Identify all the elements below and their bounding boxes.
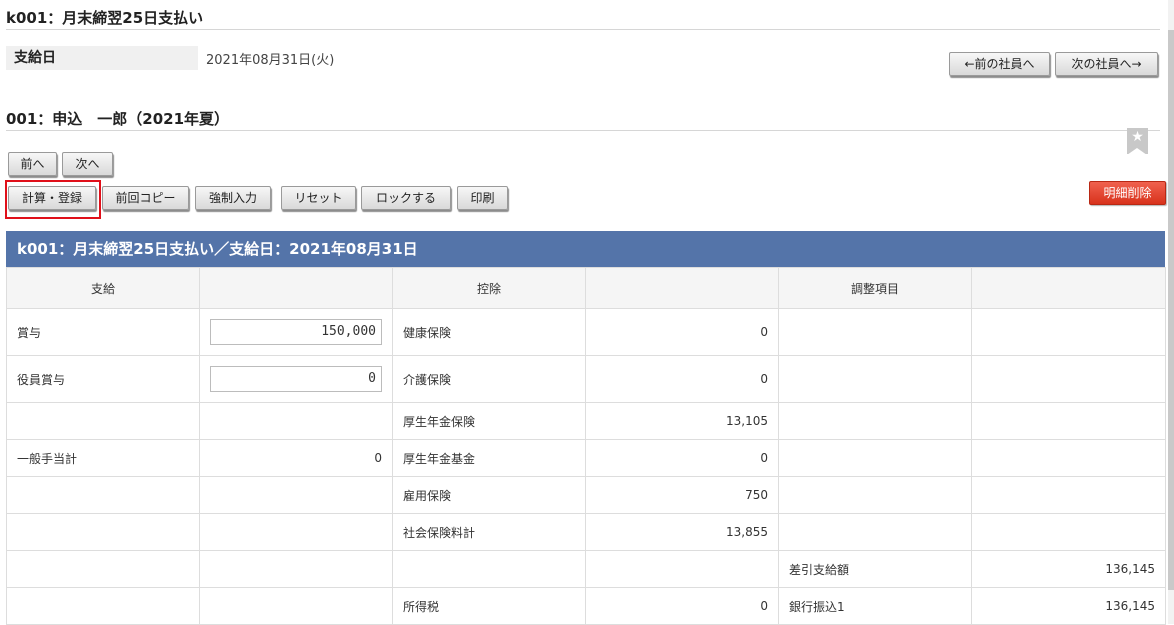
adjustment-label: 差引支給額 [778, 550, 972, 588]
deduction-label: 介護保険 [392, 355, 586, 403]
pay-value-cell: 150,000 [199, 308, 393, 356]
table-row: 賞与 150,000 健康保険 0 [6, 308, 1166, 356]
deduction-value [585, 550, 779, 588]
star-icon: ★ [1131, 129, 1144, 145]
table-row: 一般手当計 0 厚生年金基金 0 [6, 439, 1166, 477]
next-employee-button[interactable]: 次の社員へ→ [1055, 52, 1158, 76]
payroll-table: 支給 控除 調整項目 賞与 150,000 健康保険 0 役員賞与 0 介護保険 0 厚生年金保… [6, 267, 1166, 625]
payment-header: 支給 [6, 267, 200, 309]
adjustment-label [778, 476, 972, 514]
highlight-frame [5, 180, 101, 219]
pay-value [199, 513, 393, 551]
reset-button[interactable]: リセット [281, 186, 356, 210]
employee-name: 001：申込 一郎（2021年夏） [6, 110, 230, 128]
table-row: 差引支給額 136,145 [6, 550, 1166, 588]
bookmark-icon[interactable]: ★ [1127, 128, 1148, 155]
pay-label: 役員賞与 [6, 355, 200, 403]
payday-label: 支給日 [6, 46, 198, 70]
table-row: 役員賞与 0 介護保険 0 [6, 355, 1166, 403]
pay-value [199, 587, 393, 625]
delete-detail-button[interactable]: 明細削除 [1089, 181, 1166, 205]
deduction-value: 750 [585, 476, 779, 514]
forced-input-button[interactable]: 強制入力 [195, 186, 271, 210]
adjustment-value: 136,145 [971, 550, 1166, 588]
deduction-value: 0 [585, 355, 779, 403]
pay-label: 一般手当計 [6, 439, 200, 477]
pay-amount-input[interactable]: 0 [210, 366, 382, 392]
pay-value [199, 476, 393, 514]
pay-value [199, 550, 393, 588]
adjustment-value [971, 439, 1166, 477]
adjustment-label [778, 439, 972, 477]
deduction-label: 厚生年金基金 [392, 439, 586, 477]
deduction-value: 0 [585, 308, 779, 356]
deduction-label: 所得税 [392, 587, 586, 625]
adjustment-label [778, 513, 972, 551]
deduction-value: 0 [585, 587, 779, 625]
prev-employee-button[interactable]: ←前の社員へ [949, 52, 1050, 76]
pay-amount-input[interactable]: 150,000 [210, 319, 382, 345]
adjustment-value [971, 476, 1166, 514]
payday-value: 2021年08月31日(火) [206, 53, 335, 68]
pay-label: 賞与 [6, 308, 200, 356]
adjustment-value [971, 402, 1166, 440]
adjustment-value [971, 513, 1166, 551]
pay-label [6, 402, 200, 440]
adjustment-value [971, 355, 1166, 403]
pay-value: 0 [199, 439, 393, 477]
deduction-header: 控除 [392, 267, 586, 309]
copy-previous-button[interactable]: 前回コピー [102, 186, 189, 210]
deduction-value: 13,855 [585, 513, 779, 551]
table-row: 雇用保険 750 [6, 476, 1166, 514]
table-row: 厚生年金保険 13,105 [6, 402, 1166, 440]
pay-label [6, 587, 200, 625]
pay-label [6, 513, 200, 551]
deduction-value: 0 [585, 439, 779, 477]
adjustment-header: 調整項目 [778, 267, 972, 309]
prev-button[interactable]: 前へ [8, 152, 57, 176]
pay-value-cell: 0 [199, 355, 393, 403]
pay-value [199, 402, 393, 440]
adjustment-value: 136,145 [971, 587, 1166, 625]
section-banner: k001：月末締翌25日支払い／支給日：2021年08月31日 [6, 231, 1165, 267]
table-row: 社会保険料計 13,855 [6, 513, 1166, 551]
deduction-label: 健康保険 [392, 308, 586, 356]
deduction-label: 厚生年金保険 [392, 402, 586, 440]
deduction-label [392, 550, 586, 588]
print-button[interactable]: 印刷 [457, 186, 508, 210]
adjustment-label [778, 355, 972, 403]
scrollbar-thumb[interactable] [1168, 30, 1174, 590]
next-button[interactable]: 次へ [62, 152, 113, 176]
divider [6, 29, 1160, 30]
table-row: 所得税 0 銀行振込1 136,145 [6, 587, 1166, 625]
deduction-value: 13,105 [585, 402, 779, 440]
table-header-row: 支給 控除 調整項目 [6, 267, 1166, 309]
adjustment-label [778, 402, 972, 440]
adjustment-label: 銀行振込1 [778, 587, 972, 625]
adjustment-value [971, 308, 1166, 356]
adjustment-label [778, 308, 972, 356]
deduction-label: 社会保険料計 [392, 513, 586, 551]
pay-label [6, 476, 200, 514]
divider [6, 130, 1160, 131]
deduction-label: 雇用保険 [392, 476, 586, 514]
lock-button[interactable]: ロックする [361, 186, 451, 210]
page-title: k001：月末締翌25日支払い [6, 9, 204, 27]
pay-label [6, 550, 200, 588]
